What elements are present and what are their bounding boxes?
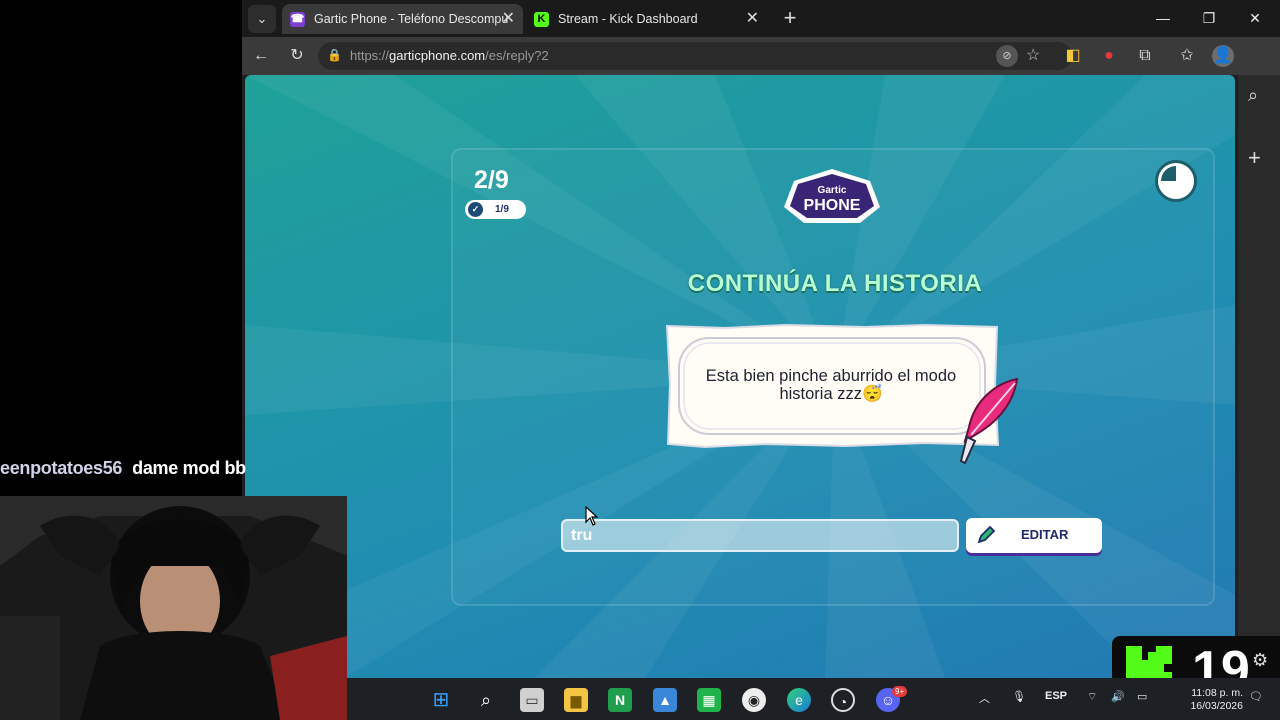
new-tab-button[interactable]: + bbox=[776, 5, 804, 33]
clock-date: 16/03/2026 bbox=[1190, 700, 1243, 712]
edge-browser-icon[interactable]: e bbox=[787, 688, 811, 712]
microphone-icon[interactable]: 🎙 bbox=[1012, 690, 1026, 703]
battery-icon[interactable]: ▭ bbox=[1137, 690, 1147, 703]
round-counter: 2/9 bbox=[474, 166, 509, 194]
taskbar-search-icon[interactable]: ⌕ bbox=[474, 688, 498, 712]
page-heading: CONTINÚA LA HISTORIA bbox=[687, 270, 983, 297]
gartic-phone-page: 2/9 ✓ 1/9 Gartic PHONE CONTINÚA LA HISTO… bbox=[245, 75, 1235, 678]
story-text: Esta bien pinche aburrido el modo histor… bbox=[705, 367, 957, 403]
extensions-puzzle-icon[interactable]: ⧉ bbox=[1134, 45, 1156, 67]
kick-icon: K bbox=[534, 12, 549, 27]
favorites-icon[interactable]: ✩ bbox=[1176, 45, 1198, 67]
windows-taskbar: ⊞ ⌕ ▭ ▆ N ▲ ▦ ◉ e ◔ ☺ 9+ ︿ 🎙 ESP ⌔ 🔊 ▭ 1… bbox=[347, 678, 1280, 720]
extension-record-icon[interactable]: ● bbox=[1098, 45, 1120, 67]
tab-title: Gartic Phone - Teléfono Descompu bbox=[314, 12, 509, 26]
windows-start-icon[interactable]: ⊞ bbox=[429, 688, 453, 712]
sidebar-add-icon[interactable]: + bbox=[1248, 145, 1261, 171]
done-count: 1/9 bbox=[495, 204, 509, 215]
chrome-icon[interactable]: ◔ bbox=[831, 688, 855, 712]
lock-icon: 🔒 bbox=[327, 48, 342, 62]
wifi-icon[interactable]: ⌔ bbox=[1087, 690, 1097, 704]
webcam-feed bbox=[0, 496, 347, 720]
tray-chevron-icon[interactable]: ︿ bbox=[979, 690, 990, 706]
photos-icon[interactable]: ▲ bbox=[653, 688, 677, 712]
stream-chat-line: eenpotatoes56 dame mod bb bbox=[0, 458, 246, 482]
back-arrow-icon[interactable]: ← bbox=[250, 45, 272, 67]
settings-gear-icon[interactable]: ⚙ bbox=[1252, 650, 1268, 671]
close-tab-icon[interactable]: ✕ bbox=[746, 4, 759, 34]
timer-icon bbox=[1155, 160, 1197, 202]
profile-avatar[interactable]: 👤 bbox=[1212, 45, 1234, 67]
task-view-icon[interactable]: ▭ bbox=[520, 688, 544, 712]
discord-notification-badge: 9+ bbox=[892, 686, 908, 697]
check-icon: ✓ bbox=[468, 202, 483, 217]
answer-input[interactable]: tru bbox=[561, 519, 959, 552]
volume-icon[interactable]: 🔊 bbox=[1111, 690, 1125, 703]
address-bar[interactable]: 🔒 https://garticphone.com/es/reply?2 ⊘ ☆ bbox=[318, 42, 1072, 70]
quill-feather-icon bbox=[959, 377, 1019, 465]
notifications-icon[interactable]: 🗨 bbox=[1249, 690, 1263, 703]
logo-top-text: Gartic bbox=[818, 185, 847, 196]
language-indicator[interactable]: ESP bbox=[1045, 690, 1067, 702]
maximize-button[interactable]: ❐ bbox=[1186, 0, 1232, 37]
edit-button-label: EDITAR bbox=[1021, 527, 1069, 542]
close-window-button[interactable]: ✕ bbox=[1232, 0, 1278, 37]
edit-button[interactable]: EDITAR bbox=[966, 518, 1102, 553]
favorite-star-icon[interactable]: ☆ bbox=[1026, 45, 1040, 65]
app-green-icon[interactable]: ▦ bbox=[697, 688, 721, 712]
tab-kick-dashboard[interactable]: K Stream - Kick Dashboard ✕ bbox=[526, 4, 767, 34]
tracking-prevention-icon[interactable]: ⊘ bbox=[996, 45, 1018, 67]
chat-message: dame mod bb bbox=[132, 458, 246, 478]
edge-sidebar: ⌕ + bbox=[1238, 75, 1280, 678]
webcam-image bbox=[0, 496, 347, 720]
minimize-button[interactable]: — bbox=[1140, 0, 1186, 37]
system-clock[interactable]: 11:08 p. m. 16/03/2026 bbox=[1173, 687, 1243, 713]
gartic-phone-logo: Gartic PHONE bbox=[784, 169, 880, 223]
logo-bottom-text: PHONE bbox=[804, 197, 861, 214]
extension-audio-icon[interactable]: ◧ bbox=[1062, 45, 1084, 67]
chat-username: eenpotatoes56 bbox=[0, 458, 123, 478]
tab-title: Stream - Kick Dashboard bbox=[558, 12, 698, 26]
tab-gartic-phone[interactable]: ☎ Gartic Phone - Teléfono Descompu ✕ bbox=[282, 4, 523, 34]
sidebar-search-icon[interactable]: ⌕ bbox=[1248, 85, 1258, 106]
mouse-cursor-icon bbox=[585, 506, 599, 526]
browser-window: ⌄ ☎ Gartic Phone - Teléfono Descompu ✕ K… bbox=[242, 0, 1280, 678]
url-text: https://garticphone.com/es/reply?2 bbox=[350, 48, 549, 63]
tab-bar: ⌄ ☎ Gartic Phone - Teléfono Descompu ✕ K… bbox=[242, 0, 1280, 37]
obs-icon[interactable]: ◉ bbox=[742, 688, 766, 712]
close-tab-icon[interactable]: ✕ bbox=[502, 4, 515, 34]
notepad-plus-icon[interactable]: N bbox=[608, 688, 632, 712]
file-explorer-icon[interactable]: ▆ bbox=[564, 688, 588, 712]
pencil-icon bbox=[977, 525, 996, 544]
reload-icon[interactable]: ↻ bbox=[286, 45, 308, 67]
browser-toolbar: ← ↻ 🔒 https://garticphone.com/es/reply?2… bbox=[242, 37, 1280, 75]
clock-time: 11:08 p. m. bbox=[1191, 687, 1243, 699]
phone-icon: ☎ bbox=[290, 12, 305, 27]
tab-actions-menu[interactable]: ⌄ bbox=[248, 5, 276, 33]
players-done-badge: ✓ 1/9 bbox=[465, 200, 526, 219]
